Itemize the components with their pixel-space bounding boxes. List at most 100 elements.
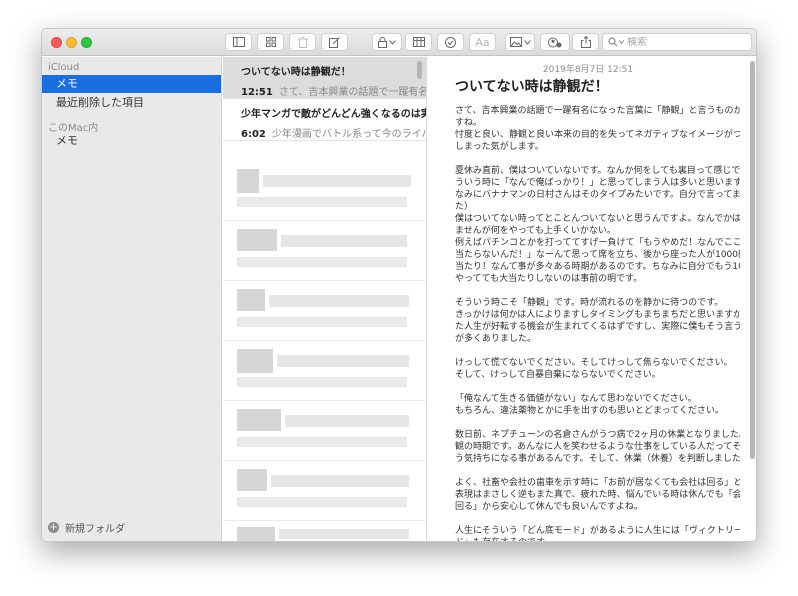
- note-meta: 12:51 さて、吉本興業の話題で一躍有名にな...: [241, 83, 427, 98]
- note-body-line: 忖度と良い、静観と良い本来の目的を失ってネガティブなイメージがついて: [455, 130, 740, 140]
- blurred-note-item[interactable]: [223, 281, 426, 341]
- note-time: 6:02: [241, 129, 266, 140]
- add-people-button[interactable]: [540, 33, 570, 51]
- note-body-line: なみにバナナマンの日村さんはそのタイプみたいです。自分で言ってまし: [455, 190, 740, 200]
- blurred-note-item[interactable]: [223, 221, 426, 281]
- photo-icon: [509, 37, 522, 47]
- sidebar-item-icloud-notes[interactable]: メモ: [42, 75, 221, 93]
- trash-icon: [297, 36, 308, 48]
- note-body-line: やってても大当たりしないのは事前の明です。: [455, 274, 643, 284]
- plus-icon: +: [48, 522, 59, 533]
- search-icon: [608, 37, 618, 47]
- new-note-button[interactable]: [321, 33, 348, 51]
- note-body-line: そういう時こそ「静観」です。時が流れるのを静かに待つのです。: [455, 298, 724, 308]
- note-list: ついてない時は静観だ！ 12:51 さて、吉本興業の話題で一躍有名にな... 少年…: [223, 57, 427, 541]
- note-body-line: [455, 153, 740, 165]
- note-body-line: きっかけは何かは人によりますしタイミングもまちまちだと思いますが、ま: [455, 310, 740, 320]
- table-icon: [412, 37, 425, 47]
- note-preview: さて、吉本興業の話題で一躍有名にな...: [278, 87, 427, 98]
- sidebar-item-mac-notes[interactable]: メモ: [42, 132, 221, 150]
- note-body-line: けっして慌てないでください。そしてけっして焦らないでください。: [455, 358, 733, 368]
- blurred-note-item[interactable]: [223, 341, 426, 401]
- note-date: 2019年8月7日 12:51: [542, 65, 634, 75]
- grid-icon: [265, 37, 276, 47]
- lock-note-button[interactable]: [372, 33, 402, 51]
- note-body-line: [455, 513, 740, 525]
- note-body-line: 観の時期です。あんなに人を笑わせるような仕事をしている人だってそうい: [455, 442, 740, 452]
- note-body-line: もちろん、違法薬物とかに手を出すのも思いとどまってください。: [455, 406, 724, 416]
- note-list-item[interactable]: 少年マンガで敵がどんどん強くなるのは実... 6:02 少年漫画でバトル系って今の…: [223, 99, 427, 141]
- insert-media-button[interactable]: [505, 33, 535, 51]
- note-body-line: [455, 417, 740, 429]
- add-person-icon: [548, 37, 562, 47]
- note-body-line: しまった気がします。: [455, 142, 544, 152]
- folder-sidebar: iCloud メモ 最近削除した項目 このMac内 メモ + 新規フォルダ: [42, 57, 222, 541]
- note-body-line: 「俺なんて生きる価値がない」なんて思わないでください。: [455, 394, 697, 404]
- note-body-line: 人生にそういう「どん底モード」があるように人生には「ヴィクトリーモー: [455, 526, 740, 536]
- font-format-icon: Aa: [475, 35, 490, 49]
- note-body-line: ませんが何をやっても上手くいかない。: [455, 226, 616, 236]
- new-folder-label: 新規フォルダ: [65, 524, 125, 535]
- note-body-line: [455, 465, 740, 477]
- note-body-line: [455, 381, 740, 393]
- chevron-down-icon: [523, 39, 531, 45]
- note-list-item[interactable]: ついてない時は静観だ！ 12:51 さて、吉本興業の話題で一躍有名にな...: [223, 57, 427, 99]
- gallery-view-button[interactable]: [257, 33, 284, 51]
- sidebar-icon: [232, 37, 245, 47]
- blurred-note-item[interactable]: [223, 161, 426, 221]
- blurred-note-item[interactable]: [223, 461, 426, 521]
- note-body-line: 僕はついてない時ってとことんついてないと思うんですよ。なんでかは知り: [455, 214, 740, 224]
- share-button[interactable]: [572, 33, 599, 51]
- checkmark-circle-icon: [445, 36, 456, 48]
- chevron-down-icon: [619, 40, 624, 44]
- sidebar-item-recently-deleted[interactable]: 最近削除した項目: [42, 94, 221, 112]
- note-body-line: [455, 285, 740, 297]
- checklist-button[interactable]: [437, 33, 464, 51]
- sidebar-header-icloud: iCloud: [48, 62, 80, 73]
- note-title: 少年マンガで敵がどんどん強くなるのは実...: [241, 109, 427, 120]
- search-field[interactable]: [602, 33, 752, 51]
- note-list-scrollbar[interactable]: [417, 61, 422, 79]
- note-body-line: 回る」から安心して休んでも良いんですよね。: [455, 502, 643, 512]
- lock-icon: [378, 36, 387, 48]
- note-body-line: が多くありました。: [455, 334, 537, 344]
- note-body-line: た）: [455, 202, 474, 212]
- format-button[interactable]: Aa: [469, 33, 496, 51]
- note-body[interactable]: さて、吉本興業の話題で一躍有名になった言葉に「静観」と言うものがありま すね。忖度…: [455, 105, 740, 541]
- toggle-sidebar-button[interactable]: [225, 33, 252, 51]
- compose-icon: [329, 36, 340, 48]
- note-body-line: 例えばパチンコとかを打っててすげー負けて「もうやめだ！なんでここまで: [455, 238, 740, 248]
- note-body-line: 当たらないんだ！」なーんて思って席を立ち、後から座った人が1000円で大: [455, 250, 740, 260]
- new-folder-button[interactable]: + 新規フォルダ: [48, 520, 125, 535]
- note-body-line: そして、けっして自暴自棄にならないでください。: [455, 370, 661, 380]
- title-bar: Aa: [42, 29, 756, 56]
- blurred-note-item[interactable]: [223, 401, 426, 461]
- note-body-line: さて、吉本興業の話題で一躍有名になった言葉に「静観」と言うものがありま: [455, 106, 740, 116]
- note-heading: ついてない時は静観だ！: [455, 79, 609, 95]
- zoom-window-button[interactable]: [81, 37, 92, 48]
- note-title: ついてない時は静観だ！: [241, 67, 351, 78]
- note-body-line: よく、社畜や会社の歯車を示す時に「お前が居なくても会社は回る」と言う: [455, 478, 740, 488]
- note-body-line: 表現はまさしく逆もまた真で、疲れた時、悩んでいる時は休んでも「会社は: [455, 490, 740, 500]
- note-body-line: すね。: [455, 118, 483, 128]
- note-meta: 6:02 少年漫画でバトル系って今のライバル...: [241, 125, 426, 140]
- blurred-note-item[interactable]: [223, 521, 426, 541]
- note-editor[interactable]: 2019年8月7日 12:51 ついてない時は静観だ！ さて、吉本興業の話題で一…: [428, 57, 756, 541]
- note-body-line: [455, 345, 740, 357]
- delete-note-button[interactable]: [289, 33, 316, 51]
- search-input[interactable]: [627, 36, 737, 48]
- minimize-window-button[interactable]: [66, 37, 77, 48]
- note-body-line: う気持ちになる事があるんです。そして、休業（休養）を判断しました。: [455, 454, 740, 464]
- note-body-line: ド」も存在するのです。: [455, 537, 740, 541]
- close-window-button[interactable]: [51, 37, 62, 48]
- note-body-line: 当たり！なんて事が多々ある時期があるのです。ちなみに自分でもう1000円: [455, 262, 740, 272]
- note-body-line: 夏休み直前、僕はついていないです。なんか何をしても裏目って感じです。こ: [455, 166, 740, 176]
- note-body-line: た人生が好転する機会が生まれてくるはずですし、実際に僕もそう言う事態: [455, 322, 740, 332]
- notes-window: Aa iCloud メモ 最近削除した項目 このMac内 メモ + 新規フォルダ: [41, 28, 757, 542]
- note-time: 12:51: [241, 87, 273, 98]
- insert-table-button[interactable]: [405, 33, 432, 51]
- note-body-line: ういう時に「なんで俺ばっかり！」と思ってしまう人は多いと思います（ち: [455, 178, 740, 188]
- share-icon: [580, 36, 591, 48]
- editor-scrollbar[interactable]: [750, 61, 755, 459]
- chevron-down-icon: [389, 39, 396, 45]
